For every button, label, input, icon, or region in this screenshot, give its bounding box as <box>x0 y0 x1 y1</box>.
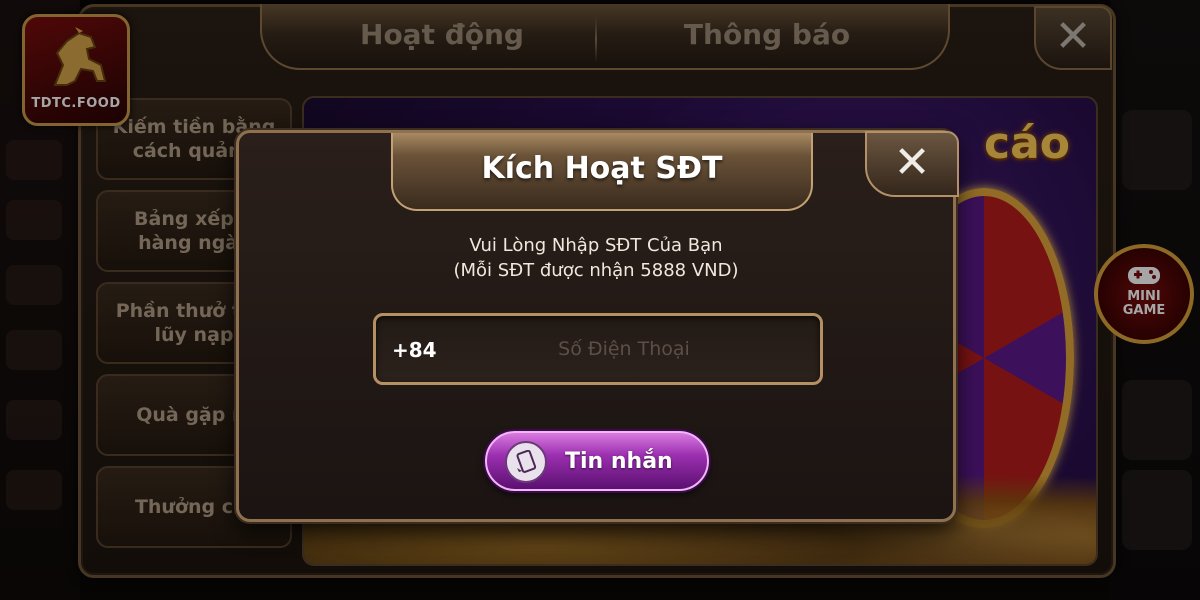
close-icon: ✕ <box>893 137 931 188</box>
dialog-message-line2: (Mỗi SĐT được nhận 5888 VND) <box>453 260 739 281</box>
message-phone-icon <box>505 441 547 483</box>
phone-activation-dialog: Kích Hoạt SĐT ✕ Vui Lòng Nhập SĐT Của Bạ… <box>236 130 959 522</box>
country-code: +84 <box>392 338 437 362</box>
dialog-title: Kích Hoạt SĐT <box>481 151 723 186</box>
dialog-message: Vui Lòng Nhập SĐT Của Bạn (Mỗi SĐT được … <box>239 233 953 283</box>
phone-field[interactable]: +84 <box>373 313 823 385</box>
dialog-header: Kích Hoạt SĐT <box>391 133 813 211</box>
dialog-message-line1: Vui Lòng Nhập SĐT Của Bạn <box>469 235 723 256</box>
dialog-close-button[interactable]: ✕ <box>865 131 959 197</box>
phone-number-input[interactable] <box>454 330 794 368</box>
sms-button[interactable]: Tin nhắn <box>485 431 709 491</box>
sms-button-label: Tin nhắn <box>565 449 673 474</box>
